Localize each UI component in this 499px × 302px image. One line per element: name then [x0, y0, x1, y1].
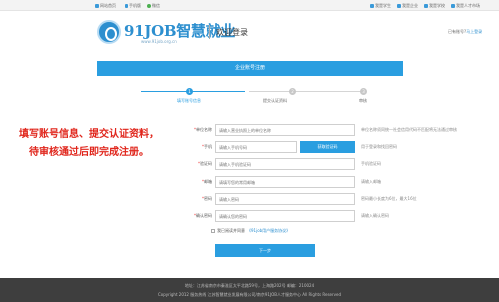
footer-address: 地址：江苏省南京市秦淮区太平北路59号，上海路202号 邮编：210024 — [184, 283, 315, 288]
page-footer: 地址：江苏省南京市秦淮区太平北路59号，上海路202号 邮编：210024 Co… — [0, 278, 499, 302]
verify-code-hint: 手机验证码 — [361, 161, 381, 166]
mobile-input[interactable] — [215, 141, 297, 153]
verify-code-input[interactable] — [215, 158, 355, 170]
mobile-label: *手机 — [202, 144, 212, 149]
password-hint: 密码最小长度为6位，最大16位 — [361, 196, 417, 201]
company-name-label: *单位名称 — [194, 127, 212, 132]
step-2-label: 提交认证资料 — [263, 98, 287, 103]
get-code-button[interactable]: 获取验证码 — [300, 141, 355, 153]
email-label: *邮箱 — [202, 179, 212, 184]
phone-icon — [125, 4, 128, 8]
registration-note: 填写账号信息、提交认证资料， 待审核通过后即完成注册。 — [8, 126, 170, 162]
company-icon — [397, 4, 401, 8]
home-link-label: 网站首页 — [100, 3, 116, 8]
step-track-pending — [249, 91, 361, 92]
step-3-node: 3 — [360, 88, 367, 95]
email-hint: 请输入邮箱 — [361, 179, 381, 184]
page-header — [0, 11, 499, 56]
home-icon — [95, 4, 99, 8]
wechat-icon — [147, 4, 151, 8]
step-track-done — [141, 91, 245, 92]
password-input[interactable] — [215, 193, 355, 205]
mobile-link-label: 手机版 — [129, 3, 141, 8]
have-account-prefix: 已有账号? — [448, 29, 467, 34]
agreement-row: 我已阅读并同意 《91job用户服务协议》 — [211, 228, 290, 234]
step-1-node: 1 — [186, 88, 193, 95]
step-progress: 1 2 3 填写账号信息 提交认证资料 审核 — [97, 80, 403, 110]
company-name-input[interactable] — [215, 124, 355, 136]
login-link[interactable]: 马上登录 — [466, 29, 482, 34]
password-label: *密码 — [202, 196, 212, 201]
have-account-text: 已有账号?马上登录 — [448, 29, 482, 35]
agreement-link[interactable]: 《91job用户服务协议》 — [247, 228, 290, 234]
registration-note-line-2: 待审核通过后即完成注册。 — [29, 147, 149, 158]
form-title-bar: 企业账号注册 — [97, 61, 403, 76]
step-1-label: 填写账号信息 — [177, 98, 201, 103]
talent-market-link[interactable]: 我是人才市场 — [451, 3, 480, 9]
page-title: 欢迎登录 — [216, 28, 248, 37]
footer-copyright: Copyright 2012 服务热线 江苏智慧就业发展有限公司/南京91JOB… — [157, 292, 342, 297]
school-link-label: 我是学校 — [429, 3, 445, 8]
confirm-password-label: *确认密码 — [194, 213, 212, 218]
company-name-hint: 单位名称须同统一社会信用代码不匹配将无法通过审核 — [361, 127, 457, 132]
company-link-label: 我是企业 — [402, 3, 418, 8]
logo-icon[interactable] — [97, 20, 121, 44]
confirm-password-input[interactable] — [215, 210, 355, 222]
student-link[interactable]: 我是学生 — [370, 3, 391, 9]
header-divider — [209, 25, 210, 39]
agreement-text: 我已阅读并同意 — [217, 228, 245, 233]
home-link[interactable]: 网站首页 — [95, 3, 116, 9]
email-input[interactable] — [215, 176, 355, 188]
next-step-button[interactable]: 下一步 — [215, 244, 315, 257]
step-3-label: 审核 — [359, 98, 367, 103]
verify-code-label: *验证码 — [198, 161, 212, 166]
mobile-link[interactable]: 手机版 — [125, 3, 141, 9]
wechat-link-label: 微信 — [152, 3, 160, 8]
talent-market-link-label: 我是人才市场 — [456, 3, 480, 8]
step-2-node: 2 — [289, 88, 296, 95]
agreement-checkbox[interactable] — [211, 229, 215, 233]
registration-note-line-1: 填写账号信息、提交认证资料， — [19, 129, 159, 140]
student-icon — [370, 4, 374, 8]
talent-icon — [451, 4, 455, 8]
student-link-label: 我是学生 — [375, 3, 391, 8]
top-utility-bar: 网站首页 手机版 微信 我是学生 我是企业 我是学校 我是人才市场 — [0, 0, 499, 11]
school-link[interactable]: 我是学校 — [424, 3, 445, 9]
school-icon — [424, 4, 428, 8]
mobile-hint: 用于登录和找回密码 — [361, 144, 397, 149]
wechat-link[interactable]: 微信 — [147, 3, 160, 9]
logo-url: www.91job.org.cn — [141, 39, 177, 44]
company-link[interactable]: 我是企业 — [397, 3, 418, 9]
confirm-password-hint: 请输入确认密码 — [361, 213, 389, 218]
